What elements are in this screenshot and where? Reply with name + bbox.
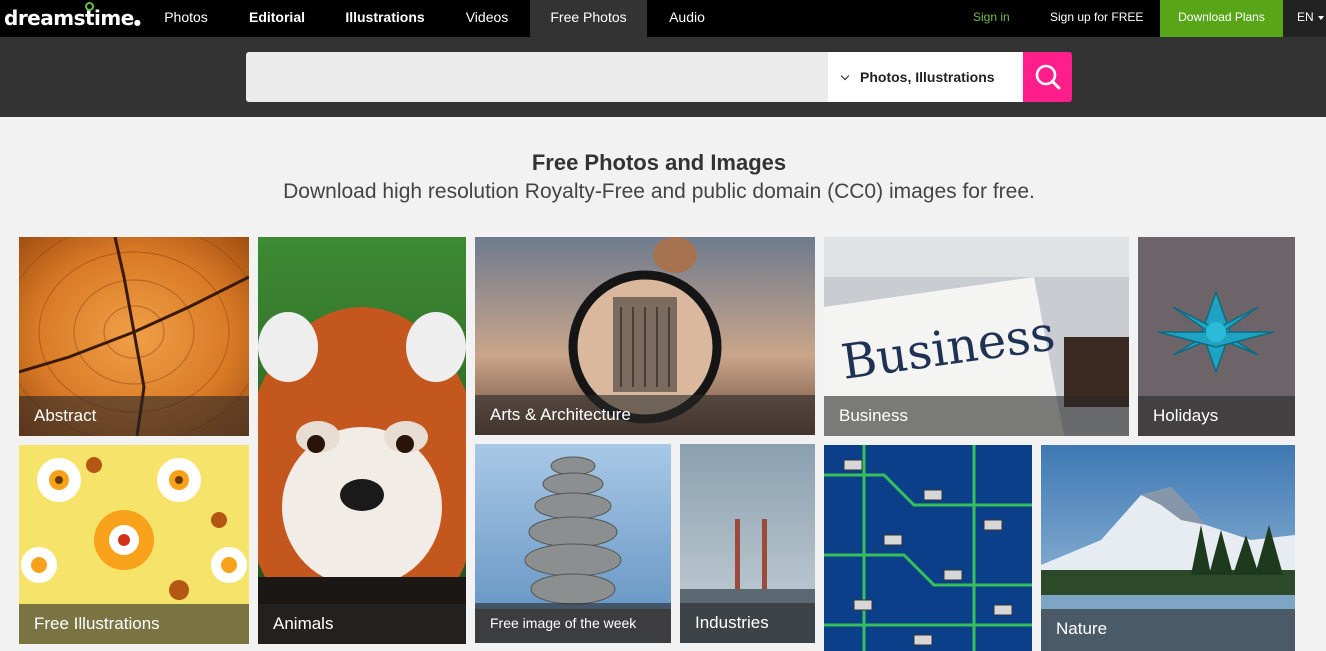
nav-free-photos[interactable]: Free Photos <box>530 0 647 37</box>
category-tile-free-illustrations[interactable]: Free Illustrations <box>19 445 249 644</box>
logo-text: dreamstime <box>4 6 134 30</box>
category-tile-arts-architecture[interactable]: Arts & Architecture <box>475 237 815 435</box>
category-label: Holidays <box>1138 396 1295 436</box>
category-label: Free Illustrations <box>19 604 249 644</box>
search-category-select[interactable]: Photos, Illustrations <box>828 52 1023 102</box>
caret-down-icon <box>1317 15 1324 20</box>
top-navigation: dreamstime● Photos Editorial Illustratio… <box>0 0 1326 37</box>
sign-in-link[interactable]: Sign in <box>973 0 1010 37</box>
category-label: Free image of the week <box>475 603 671 643</box>
category-tile-nature[interactable]: Nature <box>1041 445 1295 651</box>
sign-up-link[interactable]: Sign up for FREE <box>1050 0 1143 37</box>
search-button[interactable] <box>1023 52 1072 102</box>
category-label: Business <box>824 396 1129 436</box>
category-tile-animals[interactable]: Animals <box>258 237 466 644</box>
red-panda-image <box>258 237 466 644</box>
nav-illustrations[interactable]: Illustrations <box>330 0 440 37</box>
download-plans-button[interactable]: Download Plans <box>1160 0 1283 37</box>
page-subtitle: Download high resolution Royalty-Free an… <box>283 180 1035 203</box>
category-label: Nature <box>1041 609 1295 651</box>
circuit-board-tile[interactable] <box>824 445 1032 651</box>
category-label: Abstract <box>19 396 249 436</box>
category-label: Animals <box>258 604 466 644</box>
nav-editorial[interactable]: Editorial <box>232 0 322 37</box>
search-input[interactable] <box>246 52 828 102</box>
category-tile-abstract[interactable]: Abstract <box>19 237 249 436</box>
search-category-label: Photos, Illustrations <box>860 69 995 85</box>
nav-videos[interactable]: Videos <box>450 0 524 37</box>
language-selector[interactable]: EN <box>1283 0 1326 37</box>
language-label: EN <box>1297 10 1314 24</box>
nav-photos[interactable]: Photos <box>148 0 224 37</box>
category-tile-industries[interactable]: Industries <box>680 444 815 643</box>
logo-swirl-icon <box>85 2 94 11</box>
nav-audio[interactable]: Audio <box>652 0 722 37</box>
page-title: Free Photos and Images <box>531 150 787 175</box>
search-band: Photos, Illustrations <box>0 37 1326 117</box>
category-tile-holidays[interactable]: Holidays <box>1138 237 1295 436</box>
dreamstime-logo[interactable]: dreamstime● <box>4 2 141 30</box>
circuit-board-image <box>824 445 1032 651</box>
chevron-down-icon <box>840 71 850 81</box>
category-tile-business[interactable]: Business Business <box>824 237 1129 436</box>
category-label: Industries <box>680 603 815 643</box>
category-label: Arts & Architecture <box>475 395 815 435</box>
category-tile-free-image-of-the-week[interactable]: Free image of the week <box>475 444 671 643</box>
search-icon <box>1035 64 1060 90</box>
